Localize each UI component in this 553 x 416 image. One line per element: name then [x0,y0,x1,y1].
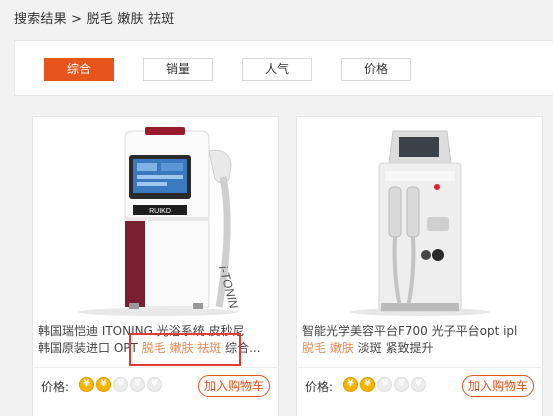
sort-sales-button[interactable]: 销量 [143,58,213,81]
image-brand-text: RUIKD [149,208,171,215]
add-to-cart-button[interactable]: 加入购物车 [198,375,270,397]
product-image[interactable] [297,117,542,317]
product-title[interactable]: 智能光学美容平台F700 光子平台opt ipl 脱毛 嫩肤 淡斑 紧致提升 [302,323,538,357]
product-title-line1: 智能光学美容平台F700 光子平台opt ipl [302,324,518,338]
price-row: 价格: ¥ ¥ ¥ ¥ ¥ 加入购物车 [41,375,270,397]
price-label: 价格: [305,380,334,394]
yen-coin-icon: ¥ [130,377,145,392]
product-title-keyword: 脱毛 嫩肤 [302,341,354,355]
card-divider [297,367,542,368]
yen-coin-icon: ¥ [96,377,111,392]
card-divider [33,367,278,368]
yen-coin-icon: ¥ [79,377,94,392]
sort-bar: 综合 销量 人气 价格 [14,40,553,96]
breadcrumb-query: 脱毛 嫩肤 祛斑 [86,12,175,27]
product-card[interactable]: 智能光学美容平台F700 光子平台opt ipl 脱毛 嫩肤 淡斑 紧致提升 价… [296,116,543,416]
price-level-rating: ¥ ¥ ¥ ¥ ¥ [79,377,164,393]
breadcrumb: 搜索结果 > 脱毛 嫩肤 祛斑 [14,8,174,27]
sort-price-button[interactable]: 价格 [341,58,411,81]
sort-comprehensive-button[interactable]: 综合 [44,58,114,81]
breadcrumb-separator: > [71,12,83,27]
yen-coin-icon: ¥ [113,377,128,392]
product-card[interactable]: RUIKD i-TONIN 韩国瑞恺迪 ITONING 光浴系统 皮秒尼 韩国原… [32,116,279,416]
highlight-annotation-box [129,333,241,366]
yen-coin-icon: ¥ [343,377,358,392]
add-to-cart-button[interactable]: 加入购物车 [462,375,534,397]
price-label: 价格: [41,380,70,394]
product-image[interactable]: RUIKD i-TONIN [33,117,278,317]
yen-coin-icon: ¥ [377,377,392,392]
yen-coin-icon: ¥ [360,377,375,392]
price-level-rating: ¥ ¥ ¥ ¥ ¥ [343,377,428,393]
yen-coin-icon: ¥ [411,377,426,392]
price-row: 价格: ¥ ¥ ¥ ¥ ¥ 加入购物车 [305,375,534,397]
yen-coin-icon: ¥ [394,377,409,392]
yen-coin-icon: ¥ [147,377,162,392]
sort-popularity-button[interactable]: 人气 [242,58,312,81]
breadcrumb-root[interactable]: 搜索结果 [14,12,67,27]
product-title-line2: 韩国原装进口 OPT [38,341,142,355]
product-title-tail: 淡斑 紧致提升 [353,341,434,355]
